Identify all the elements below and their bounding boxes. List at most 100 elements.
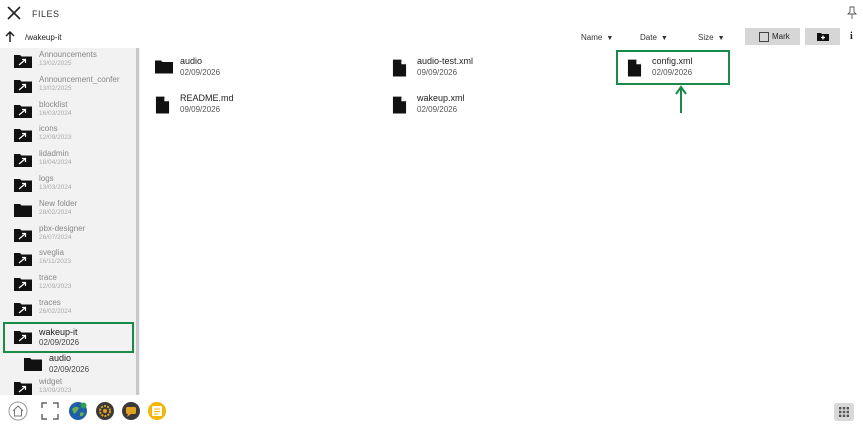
sidebar-item[interactable]: widget 13/09/2023 (10, 377, 138, 395)
file-item[interactable]: wakeup.xml 02/09/2026 (392, 93, 582, 121)
sidebar-item-name: icons (39, 124, 58, 134)
file-item[interactable]: README.md 09/09/2026 (155, 93, 345, 121)
sidebar-item-name: widget (39, 377, 63, 386)
file-date: 02/09/2026 (417, 105, 458, 114)
folder-icon (24, 358, 42, 371)
sidebar-item[interactable]: lidadmin 18/04/2024 (10, 149, 138, 171)
sidebar-item-name: sveglia (39, 248, 64, 258)
sort-size-label: Size (698, 33, 714, 42)
files-app-icon[interactable] (147, 401, 167, 421)
file-icon (155, 96, 170, 114)
sidebar-item-date: 16/03/2024 (39, 109, 72, 117)
sidebar-item-name: Announcements (39, 50, 97, 59)
sidebar-item-name: audio (49, 353, 72, 363)
folder-link-icon (14, 104, 32, 118)
sidebar-item-date: 13/03/2024 (39, 184, 72, 191)
home-icon[interactable] (8, 401, 28, 421)
folder-link-icon (14, 129, 32, 143)
sidebar-item[interactable]: traces 26/02/2024 (10, 298, 138, 320)
sort-bar: Name ▼ Date ▼ Size ▼ (0, 30, 740, 46)
folder-link-icon (14, 79, 32, 93)
info-icon[interactable]: i (850, 31, 853, 42)
sidebar-item-date: 13/02/2025 (39, 60, 72, 67)
sort-by-name[interactable]: Name ▼ (581, 33, 613, 42)
sidebar-item[interactable]: trace 12/09/2023 (10, 273, 138, 295)
sidebar-item-date: 26/07/2024 (39, 233, 72, 241)
mark-button[interactable]: Mark (745, 28, 800, 45)
close-icon[interactable] (6, 5, 22, 21)
folder-link-icon (14, 228, 32, 242)
file-name: audio (180, 56, 203, 66)
taskbar (0, 398, 863, 425)
sidebar-item[interactable]: pbx-designer 26/07/2024 (10, 224, 138, 246)
sidebar-item-date: 12/09/2023 (39, 134, 72, 142)
sidebar-item-date: 02/09/2026 (49, 365, 90, 374)
file-name: wakeup.xml (417, 93, 465, 103)
folder-link-icon (14, 382, 32, 395)
sidebar-item-name: blocklist (39, 99, 68, 109)
file-icon (392, 96, 407, 114)
sidebar-item-name: lidadmin (39, 149, 69, 159)
sidebar-item-date: 28/02/2024 (39, 208, 72, 216)
folder-link-icon (14, 55, 32, 68)
checkbox-icon (759, 32, 769, 42)
settings-app-icon[interactable] (95, 401, 115, 421)
folder-link-icon (14, 303, 32, 316)
sidebar-item-date: 16/11/2023 (39, 258, 72, 266)
sidebar-item-name: pbx-designer (39, 223, 86, 233)
folder-link-icon (14, 253, 32, 267)
sidebar-item-date: 13/02/2025 (39, 84, 72, 92)
folder-link-icon (14, 154, 32, 168)
sidebar-item-name: trace (39, 273, 57, 283)
new-folder-icon (817, 33, 829, 41)
folder-icon (14, 203, 32, 217)
file-item[interactable]: audio-test.xml 09/09/2026 (392, 56, 582, 84)
grid-icon (839, 407, 849, 417)
sidebar-item[interactable]: sveglia 16/11/2023 (10, 248, 138, 270)
chat-app-icon[interactable] (121, 401, 141, 421)
caret-down-icon: ▼ (606, 35, 614, 42)
sort-name-label: Name (581, 33, 603, 42)
sidebar-item-date: 13/09/2023 (39, 387, 72, 394)
file-date: 09/09/2026 (180, 105, 221, 114)
highlight-box (616, 50, 730, 85)
file-item[interactable]: audio 02/09/2026 (155, 56, 345, 84)
caret-down-icon: ▼ (660, 35, 668, 42)
arrow-up-icon (675, 85, 687, 113)
file-name: README.md (180, 93, 234, 103)
app-grid-button[interactable] (834, 403, 854, 421)
sort-by-date[interactable]: Date ▼ (640, 33, 668, 42)
globe-app-icon[interactable] (68, 401, 88, 421)
sidebar-item-name: logs (39, 174, 54, 183)
sidebar-item[interactable]: icons 12/09/2023 (10, 124, 138, 146)
sidebar-item[interactable]: Announcements 13/02/2025 (10, 50, 138, 72)
new-folder-button[interactable] (805, 28, 840, 45)
sort-by-size[interactable]: Size ▼ (698, 33, 725, 42)
selection-highlight (3, 322, 134, 353)
sidebar-item[interactable]: New folder 28/02/2024 (10, 199, 138, 221)
window-title: FILES (32, 9, 60, 19)
title-bar: FILES (0, 0, 863, 28)
mark-label: Mark (772, 32, 790, 41)
sidebar-item[interactable]: logs 13/03/2024 (10, 174, 138, 196)
file-icon (392, 59, 407, 77)
sidebar-item-name: Announcement_confer (39, 74, 120, 84)
sidebar-item-name: New folder (39, 198, 78, 208)
sidebar-item[interactable]: Announcement_confer 13/02/2025 (10, 75, 138, 97)
sidebar-item-date: 18/04/2024 (39, 159, 72, 167)
folder-icon (155, 60, 173, 74)
file-date: 02/09/2026 (180, 68, 221, 77)
file-date: 09/09/2026 (417, 68, 458, 77)
sidebar-scrollbar[interactable] (136, 48, 139, 395)
sidebar-item[interactable]: blocklist 16/03/2024 (10, 100, 138, 122)
pin-icon[interactable] (847, 6, 857, 20)
sidebar-item-date: 26/02/2024 (39, 308, 72, 315)
sidebar-item[interactable]: audio 02/09/2026 (20, 353, 140, 375)
file-name: audio-test.xml (417, 56, 474, 66)
folder-link-icon (14, 179, 32, 192)
caret-down-icon: ▼ (717, 35, 725, 42)
sidebar-item-name: traces (39, 298, 61, 307)
fullscreen-icon[interactable] (40, 401, 60, 421)
sort-date-label: Date (640, 33, 657, 42)
folder-link-icon (14, 278, 32, 292)
